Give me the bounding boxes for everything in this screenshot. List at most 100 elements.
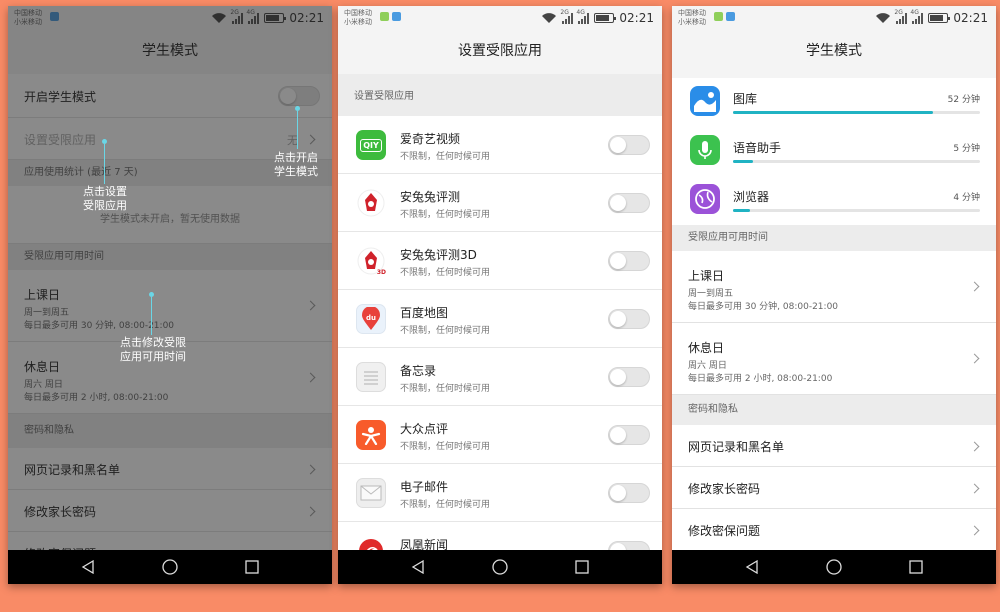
app-name: 爱奇艺视频 bbox=[400, 132, 461, 146]
app-row-email[interactable]: 电子邮件 不限制，任何时候可用 bbox=[338, 464, 662, 522]
clock: 02:21 bbox=[289, 11, 324, 25]
privacy-section: 密码和隐私 bbox=[8, 414, 332, 448]
page-title: 设置受限应用 bbox=[458, 43, 542, 59]
recent-apps-icon[interactable] bbox=[574, 560, 589, 574]
notification-icon bbox=[380, 12, 389, 21]
app-row-antutu-3d[interactable]: 3D 安兔兔评测3D 不限制，任何时候可用 bbox=[338, 232, 662, 290]
carrier-info: 中国移动 小米移动 bbox=[344, 9, 372, 27]
weekend-row[interactable]: 休息日 周六 周日 每日最多可用 2 小时, 08:00-21:00 bbox=[672, 323, 996, 395]
baidu-map-icon: du bbox=[356, 304, 386, 334]
home-icon[interactable] bbox=[826, 559, 842, 575]
iqiyi-icon: QIY bbox=[356, 130, 386, 160]
back-icon[interactable] bbox=[745, 560, 759, 574]
weekday-label: 上课日 bbox=[688, 269, 725, 283]
usage-row-gallery[interactable]: 图库 52 分钟 bbox=[672, 78, 996, 127]
wifi-icon bbox=[542, 13, 557, 23]
chevron-right-icon bbox=[305, 134, 316, 145]
navigation-bar bbox=[338, 550, 662, 584]
usage-bar-fill bbox=[733, 209, 751, 212]
app-toggle-antutu[interactable] bbox=[608, 193, 650, 213]
chevron-right-icon bbox=[969, 525, 980, 536]
notification-icon bbox=[714, 12, 723, 21]
usage-app-name: 语音助手 bbox=[733, 141, 782, 155]
parent-password-row[interactable]: 修改家长密码 bbox=[8, 490, 332, 532]
app-toggle-iqiyi[interactable] bbox=[608, 135, 650, 155]
app-toggle-memo[interactable] bbox=[608, 367, 650, 387]
app-row-antutu[interactable]: 安兔兔评测 不限制，任何时候可用 bbox=[338, 174, 662, 232]
app-toggle-email[interactable] bbox=[608, 483, 650, 503]
usage-app-time: 4 分钟 bbox=[953, 193, 980, 203]
signal-icon: 2G bbox=[230, 9, 244, 24]
app-toggle-dianping[interactable] bbox=[608, 425, 650, 445]
recent-apps-icon[interactable] bbox=[908, 560, 923, 574]
signal-icon-2: 4G bbox=[910, 9, 924, 24]
app-row-memo[interactable]: 备忘录 不限制，任何时候可用 bbox=[338, 348, 662, 406]
app-row-dianping[interactable]: 大众点评 不限制，任何时候可用 bbox=[338, 406, 662, 464]
status-bar: 中国移动 小米移动 2G 4G 02:21 bbox=[672, 6, 996, 30]
chevron-right-icon bbox=[969, 281, 980, 292]
carrier-info: 中国移动 小米移动 bbox=[678, 9, 706, 27]
usage-app-time: 5 分钟 bbox=[953, 144, 980, 154]
app-row-iqiyi[interactable]: QIY 爱奇艺视频 不限制，任何时候可用 bbox=[338, 116, 662, 174]
usage-bar-track bbox=[733, 160, 980, 163]
app-restriction: 不限制，任何时候可用 bbox=[400, 268, 491, 278]
web-history-label: 网页记录和黑名单 bbox=[688, 440, 785, 454]
app-restriction: 不限制，任何时候可用 bbox=[400, 326, 491, 336]
carrier-2: 小米移动 bbox=[14, 18, 42, 26]
home-icon[interactable] bbox=[492, 559, 508, 575]
chevron-right-icon bbox=[305, 506, 316, 517]
app-toggle-baidu-map[interactable] bbox=[608, 309, 650, 329]
notification-icon-2 bbox=[392, 12, 401, 21]
web-history-row[interactable]: 网页记录和黑名单 bbox=[672, 425, 996, 467]
app-toggle-antutu-3d[interactable] bbox=[608, 251, 650, 271]
web-history-row[interactable]: 网页记录和黑名单 bbox=[8, 448, 332, 490]
back-icon[interactable] bbox=[81, 560, 95, 574]
back-icon[interactable] bbox=[411, 560, 425, 574]
app-restriction: 不限制，任何时候可用 bbox=[400, 152, 491, 162]
phone-screen-student-mode-usage: 中国移动 小米移动 2G 4G 02:21 学生模式 图库 52 分钟 语音助手… bbox=[672, 6, 996, 584]
gallery-icon bbox=[690, 86, 720, 116]
clock: 02:21 bbox=[953, 11, 988, 25]
security-question-label: 修改密保问题 bbox=[688, 524, 761, 538]
app-row-baidu-map[interactable]: du 百度地图 不限制，任何时候可用 bbox=[338, 290, 662, 348]
voice-assistant-icon bbox=[690, 135, 720, 165]
student-mode-toggle[interactable] bbox=[278, 86, 320, 106]
status-bar: 中国移动 小米移动 2G 4G 02:21 bbox=[338, 6, 662, 30]
callout-time-limit: 点击修改受限 应用可用时间 bbox=[120, 336, 186, 363]
weekday-row[interactable]: 上课日 周一到周五 每日最多可用 30 分钟, 08:00-21:00 bbox=[672, 251, 996, 323]
usage-row-browser[interactable]: 浏览器 4 分钟 bbox=[672, 176, 996, 225]
restricted-apps-label: 设置受限应用 bbox=[24, 133, 97, 147]
antutu3d-icon: 3D bbox=[356, 246, 386, 276]
home-icon[interactable] bbox=[162, 559, 178, 575]
recent-apps-icon[interactable] bbox=[244, 560, 259, 574]
parent-password-label: 修改家长密码 bbox=[688, 482, 761, 496]
antutu-icon bbox=[356, 188, 386, 218]
parent-password-row[interactable]: 修改家长密码 bbox=[672, 467, 996, 509]
usage-app-name: 图库 bbox=[733, 92, 758, 106]
enable-student-mode-row[interactable]: 开启学生模式 bbox=[8, 74, 332, 118]
signal-icon-2: 4G bbox=[576, 9, 590, 24]
weekday-row[interactable]: 上课日 周一到周五 每日最多可用 30 分钟, 08:00-21:00 bbox=[8, 270, 332, 342]
time-limit-section: 受限应用可用时间 bbox=[672, 225, 996, 251]
signal-icon: 2G bbox=[894, 9, 908, 24]
usage-row-voice-assistant[interactable]: 语音助手 5 分钟 bbox=[672, 127, 996, 176]
callout-restricted-apps: 点击设置 受限应用 bbox=[83, 185, 127, 212]
callout-line-enable bbox=[297, 111, 298, 149]
weekday-label: 上课日 bbox=[24, 288, 61, 302]
enable-student-mode-label: 开启学生模式 bbox=[24, 90, 97, 104]
chevron-right-icon bbox=[969, 483, 980, 494]
carrier-1: 中国移动 bbox=[14, 9, 42, 17]
weekend-days: 周六 周日 bbox=[688, 361, 727, 371]
app-restriction: 不限制，任何时候可用 bbox=[400, 442, 491, 452]
notification-icon-2 bbox=[726, 12, 735, 21]
security-question-row[interactable]: 修改密保问题 bbox=[672, 509, 996, 551]
clock: 02:21 bbox=[619, 11, 654, 25]
dianping-icon bbox=[356, 420, 386, 450]
weekend-label: 休息日 bbox=[688, 341, 725, 355]
chevron-right-icon bbox=[305, 372, 316, 383]
battery-icon bbox=[264, 13, 287, 23]
usage-bar-fill bbox=[733, 160, 753, 163]
carrier-2: 小米移动 bbox=[678, 18, 706, 26]
restricted-apps-section: 设置受限应用 bbox=[338, 74, 662, 116]
time-limit-section: 受限应用可用时间 bbox=[8, 244, 332, 270]
